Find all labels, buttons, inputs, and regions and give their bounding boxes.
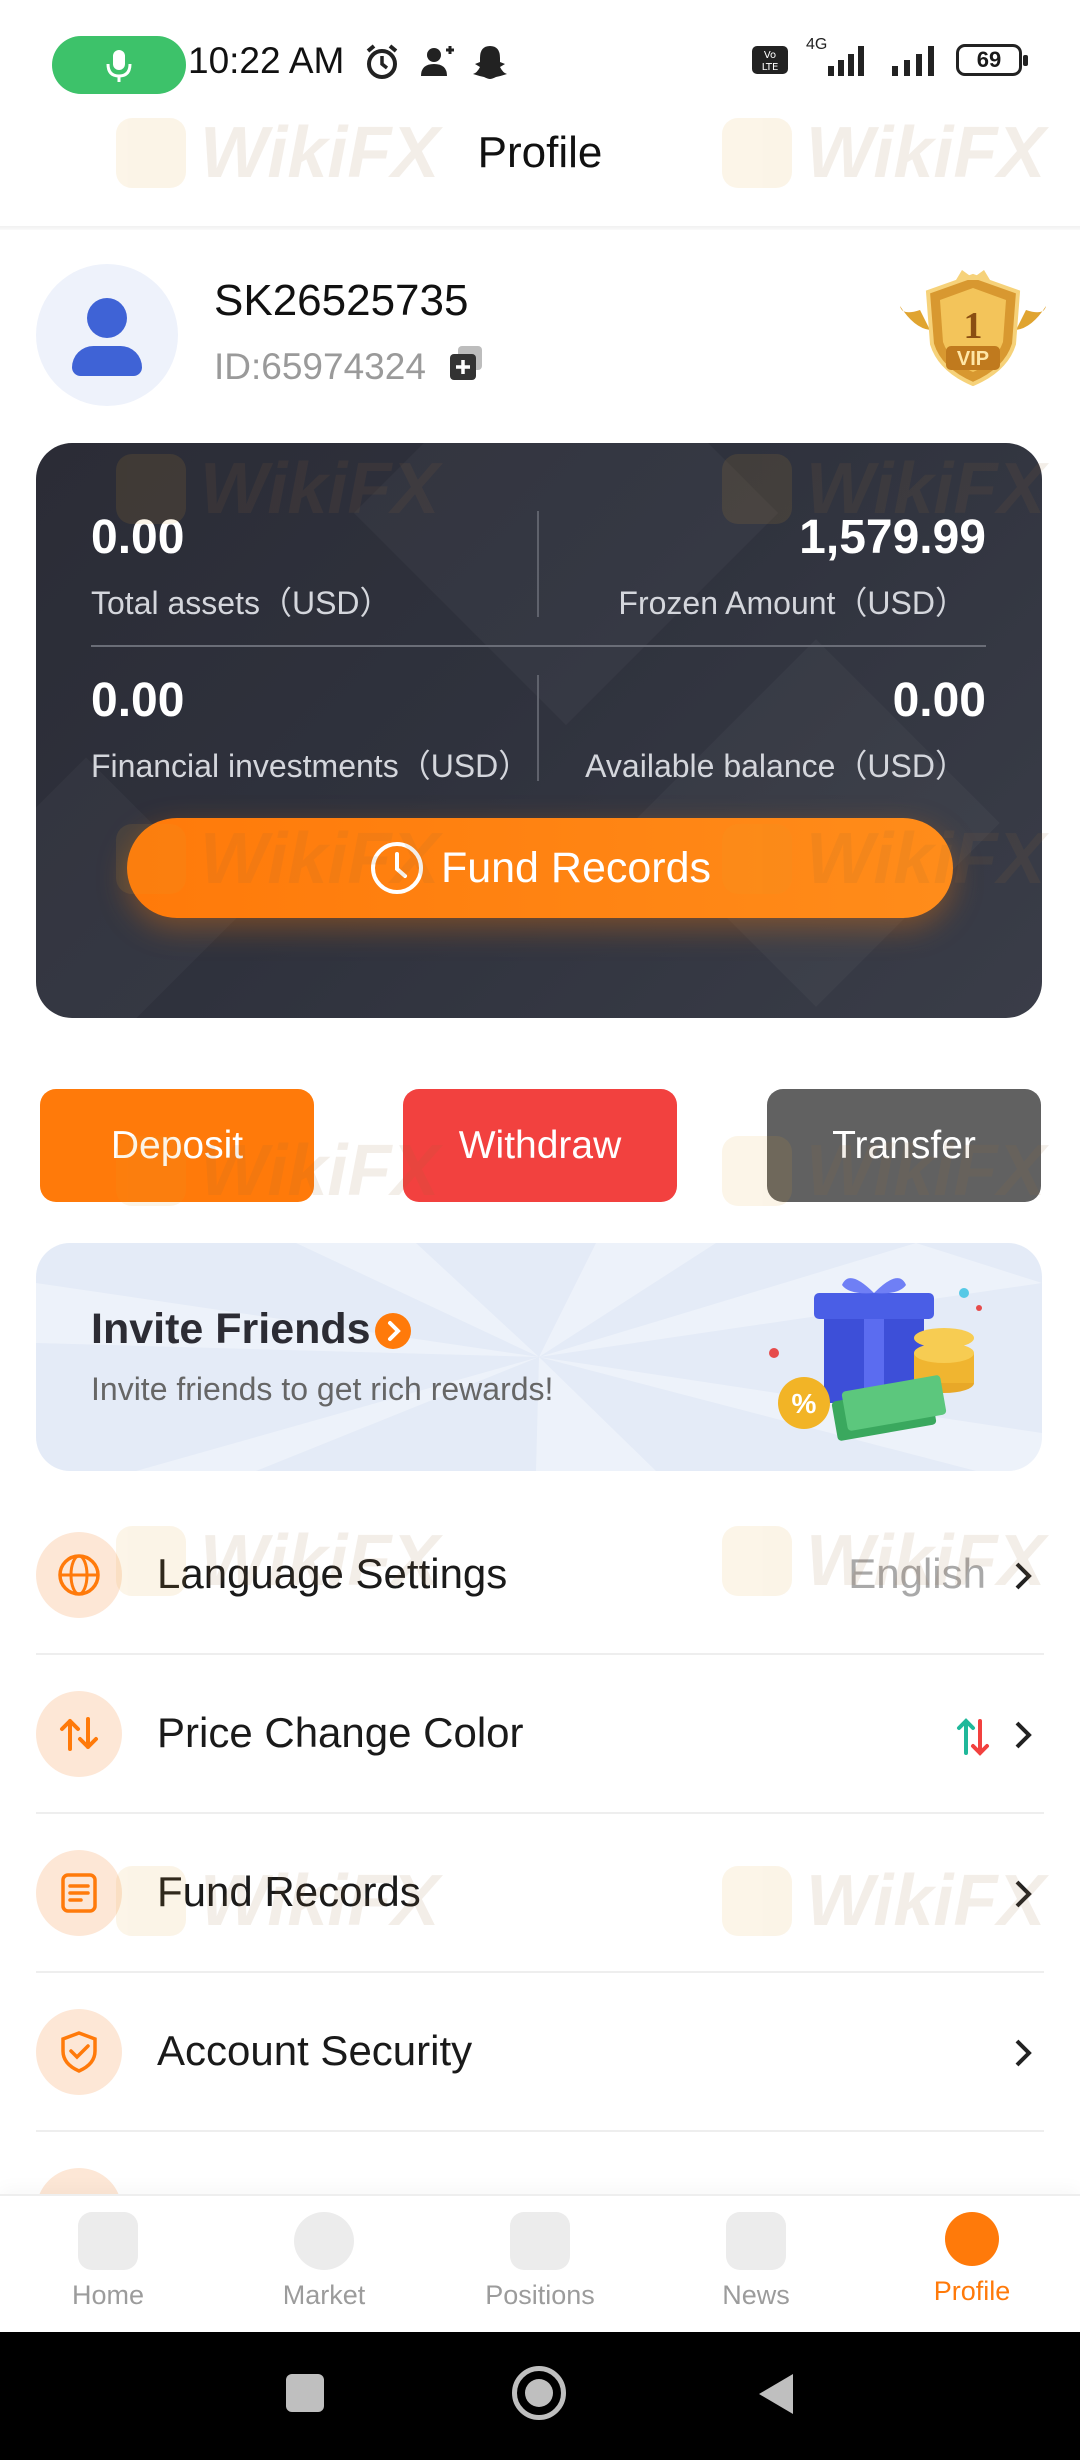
home-icon bbox=[78, 2212, 138, 2270]
frozen-amount-label: Frozen Amount（USD） bbox=[618, 585, 967, 621]
document-list-icon bbox=[36, 1850, 122, 1936]
shield-check-icon bbox=[36, 2009, 122, 2095]
invite-title: Invite Friends bbox=[91, 1305, 371, 1353]
tab-label: Home bbox=[71, 2280, 145, 2310]
tab-label: Market bbox=[282, 2280, 366, 2310]
signal-bars-icon bbox=[892, 46, 934, 76]
vip-shield-icon: 1 VIP bbox=[900, 270, 1046, 387]
chevron-right-icon bbox=[1015, 1562, 1032, 1590]
status-time: 10:22 AM bbox=[188, 40, 345, 81]
clock-icon bbox=[370, 842, 423, 894]
assets-card: 0.00 Total assets（USD） 1,579.99 Frozen A… bbox=[36, 443, 1042, 1018]
mic-active-indicator[interactable] bbox=[52, 36, 186, 94]
header-divider bbox=[0, 226, 1080, 230]
assets-row-divider bbox=[91, 645, 986, 647]
alarm-icon bbox=[366, 44, 398, 79]
snapchat-ghost-icon bbox=[473, 46, 507, 79]
battery-icon: 69 bbox=[956, 44, 1028, 76]
language-value: English bbox=[848, 1550, 986, 1597]
positions-icon bbox=[510, 2212, 570, 2270]
tab-label: News bbox=[722, 2280, 790, 2310]
financial-investments-value: 0.00 bbox=[91, 674, 185, 727]
back-triangle-icon[interactable] bbox=[755, 2370, 797, 2418]
transfer-button[interactable]: Transfer bbox=[767, 1089, 1041, 1202]
person-add-icon bbox=[421, 46, 454, 76]
svg-text:%: % bbox=[792, 1388, 817, 1419]
gift-rewards-illustration: % bbox=[769, 1278, 982, 1441]
battery-level: 69 bbox=[976, 47, 1002, 72]
assets-column-divider bbox=[537, 511, 539, 617]
menu-item-label: Language Settings bbox=[157, 1550, 508, 1597]
signal-4g-icon: 4G bbox=[804, 36, 874, 78]
tab-news[interactable]: News bbox=[671, 2206, 841, 2328]
page-title: Profile bbox=[477, 128, 603, 177]
avatar[interactable] bbox=[36, 264, 178, 406]
chevron-right-icon bbox=[1015, 1880, 1032, 1908]
fund-records-button-label: Fund Records bbox=[440, 843, 712, 892]
svg-text:Vo: Vo bbox=[764, 50, 776, 61]
copy-icon[interactable] bbox=[446, 344, 486, 384]
status-bar: 10:22 AM Vo LTE 4G 69 bbox=[0, 0, 1080, 128]
menu-item-language-settings[interactable]: Language Settings English bbox=[36, 1496, 1044, 1655]
menu-item-account-security[interactable]: Account Security bbox=[36, 1973, 1044, 2132]
assets-column-divider bbox=[537, 675, 539, 781]
total-assets-label: Total assets（USD） bbox=[91, 585, 392, 621]
chevron-right-icon bbox=[1015, 2039, 1032, 2067]
tab-label: Profile bbox=[933, 2276, 1011, 2306]
avatar-head bbox=[87, 298, 127, 338]
network-type: 4G bbox=[806, 36, 828, 53]
microphone-icon bbox=[106, 50, 132, 82]
profile-icon bbox=[945, 2212, 999, 2266]
username: SK26525735 bbox=[214, 276, 469, 325]
menu-item-label: Price Change Color bbox=[157, 1709, 524, 1756]
chevron-right-icon bbox=[1015, 1721, 1032, 1749]
withdraw-button-label: Withdraw bbox=[458, 1123, 622, 1167]
status-notification-icons bbox=[362, 42, 510, 82]
deposit-button[interactable]: Deposit bbox=[40, 1089, 314, 1202]
frozen-amount-value: 1,579.99 bbox=[799, 511, 986, 564]
swap-arrows-icon bbox=[36, 1691, 122, 1777]
vip-badge[interactable]: 1 VIP bbox=[900, 270, 1046, 390]
total-assets-value: 0.00 bbox=[91, 511, 185, 564]
invite-friends-banner[interactable]: Invite Friends Invite friends to get ric… bbox=[36, 1243, 1042, 1471]
tab-market[interactable]: Market bbox=[239, 2206, 409, 2328]
menu-item-price-change-color[interactable]: Price Change Color bbox=[36, 1655, 1044, 1814]
invite-subtitle: Invite friends to get rich rewards! bbox=[91, 1371, 554, 1407]
transfer-button-label: Transfer bbox=[832, 1123, 976, 1167]
vip-level: 1 bbox=[964, 305, 983, 347]
news-icon bbox=[726, 2212, 786, 2270]
invite-arrow-icon[interactable] bbox=[375, 1313, 411, 1349]
market-icon bbox=[294, 2212, 354, 2270]
available-balance-label: Available balance（USD） bbox=[585, 748, 967, 784]
svg-text:LTE: LTE bbox=[762, 62, 779, 73]
up-green-down-red-icon bbox=[957, 1718, 989, 1756]
status-system-icons: Vo LTE 4G 69 bbox=[752, 36, 1028, 78]
menu-item-label: Account Security bbox=[157, 2027, 473, 2074]
home-nav-button[interactable] bbox=[512, 2366, 566, 2420]
vip-label: VIP bbox=[957, 348, 989, 370]
deposit-button-label: Deposit bbox=[110, 1123, 244, 1167]
user-id: ID:65974324 bbox=[214, 346, 426, 387]
fund-records-button[interactable]: Fund Records bbox=[127, 818, 953, 918]
recent-apps-button[interactable] bbox=[286, 2374, 324, 2412]
menu-item-label: Fund Records bbox=[157, 1868, 421, 1915]
available-balance-value: 0.00 bbox=[892, 674, 986, 727]
globe-icon bbox=[36, 1532, 122, 1618]
financial-investments-label: Financial investments（USD） bbox=[91, 748, 531, 784]
system-navigation-bar bbox=[0, 2332, 1080, 2460]
tab-label: Positions bbox=[485, 2280, 595, 2310]
avatar-body bbox=[72, 346, 142, 376]
tab-profile[interactable]: Profile bbox=[887, 2206, 1057, 2328]
tab-home[interactable]: Home bbox=[23, 2206, 193, 2328]
withdraw-button[interactable]: Withdraw bbox=[403, 1089, 677, 1202]
tab-positions[interactable]: Positions bbox=[455, 2206, 625, 2328]
volte-icon: Vo LTE bbox=[752, 46, 788, 74]
menu-item-fund-records[interactable]: Fund Records bbox=[36, 1814, 1044, 1973]
bottom-tab-bar: Home Market Positions News Profile bbox=[0, 2194, 1080, 2332]
